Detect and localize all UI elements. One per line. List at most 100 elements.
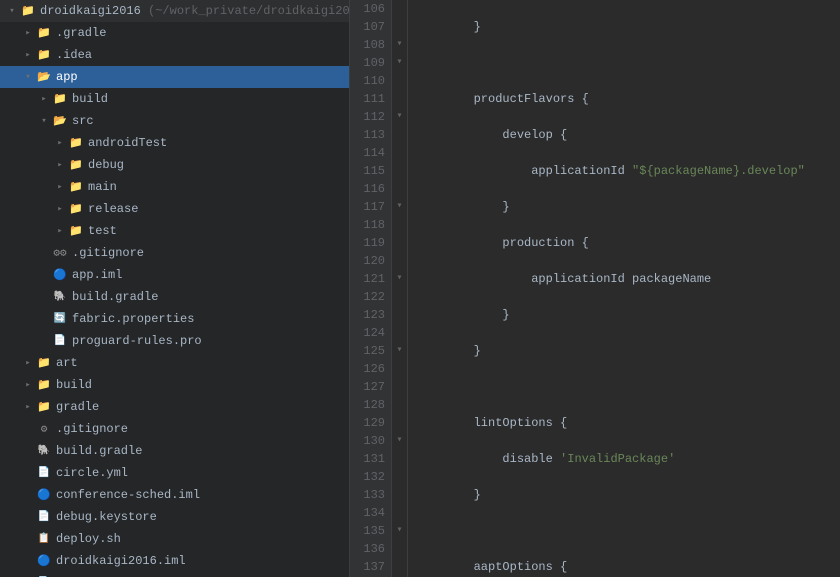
code-line: applicationId "${packageName}.develop" <box>416 162 832 180</box>
droidkaigi-icon: 🔵 <box>36 553 52 569</box>
fabric-icon: 🔄 <box>52 311 68 327</box>
sidebar-item-fabric-properties[interactable]: 🔄 fabric.properties <box>0 308 349 330</box>
code-line: lintOptions { <box>416 414 832 432</box>
sidebar-item-circle-yml[interactable]: 📄 circle.yml <box>0 462 349 484</box>
build-gradle-root-icon: 🐘 <box>36 443 52 459</box>
gradle-arrow <box>20 28 36 38</box>
debug-folder-icon <box>68 157 84 173</box>
line-numbers: 106 107 108 109 110 111 112 113 114 115 … <box>350 0 392 577</box>
main-label: main <box>88 180 117 194</box>
code-line: } <box>416 18 832 36</box>
code-line <box>416 522 832 540</box>
gradle-label: .gradle <box>56 26 106 40</box>
idea-folder-icon <box>36 47 52 63</box>
sidebar-item-gradle-root[interactable]: gradle <box>0 396 349 418</box>
gitignore-root-icon: ⚙ <box>36 421 52 437</box>
app-label: app <box>56 70 78 84</box>
src-arrow <box>36 116 52 126</box>
debug-keystore-icon <box>36 509 52 525</box>
art-arrow <box>20 358 36 368</box>
sidebar-item-build-app[interactable]: build <box>0 88 349 110</box>
build-app-arrow <box>36 94 52 104</box>
debug-keystore-label: debug.keystore <box>56 510 157 524</box>
sidebar-item-droidkaigi-iml[interactable]: 🔵 droidkaigi2016.iml <box>0 550 349 572</box>
build-app-label: build <box>72 92 108 106</box>
code-line <box>416 378 832 396</box>
conference-label: conference-sched.iml <box>56 488 200 502</box>
test-label: test <box>88 224 117 238</box>
gradle-folder-icon <box>36 25 52 41</box>
build-gradle-app-icon: 🐘 <box>52 289 68 305</box>
sidebar-item-app[interactable]: app <box>0 66 349 88</box>
sidebar-item-conference-iml[interactable]: 🔵 conference-sched.iml <box>0 484 349 506</box>
sidebar-item-app-iml[interactable]: 🔵 app.iml <box>0 264 349 286</box>
sidebar-item-test[interactable]: test <box>0 220 349 242</box>
sidebar-item-release[interactable]: release <box>0 198 349 220</box>
build-gradle-root-label: build.gradle <box>56 444 142 458</box>
fold-gutter: ▾ ▾ ▾ ▾ ▾ ▾ ▾ ▾ <box>392 0 408 577</box>
code-line: disable 'InvalidPackage' <box>416 450 832 468</box>
test-arrow <box>52 226 68 236</box>
sidebar-item-gitignore-app[interactable]: ⚙ .gitignore <box>0 242 349 264</box>
androidtest-arrow <box>52 138 68 148</box>
androidtest-label: androidTest <box>88 136 167 150</box>
sidebar-item-deploy-sh[interactable]: deploy.sh <box>0 528 349 550</box>
sidebar-item-build-gradle-root[interactable]: 🐘 build.gradle <box>0 440 349 462</box>
app-folder-icon <box>36 69 52 85</box>
code-line: production { <box>416 234 832 252</box>
app-iml-icon: 🔵 <box>52 267 68 283</box>
code-line: } <box>416 306 832 324</box>
fabric-label: fabric.properties <box>72 312 194 326</box>
build-root-arrow <box>20 380 36 390</box>
build-root-label: build <box>56 378 92 392</box>
debug-arrow <box>52 160 68 170</box>
code-area[interactable]: 106 107 108 109 110 111 112 113 114 115 … <box>350 0 840 577</box>
src-folder-icon <box>52 113 68 129</box>
sidebar-item-androidtest[interactable]: androidTest <box>0 132 349 154</box>
sidebar-item-gradle[interactable]: .gradle <box>0 22 349 44</box>
proguard-label: proguard-rules.pro <box>72 334 202 348</box>
root-label: droidkaigi2016 (~/work_private/droidkaig… <box>40 4 350 18</box>
conference-icon: 🔵 <box>36 487 52 503</box>
tree-root[interactable]: 📁 droidkaigi2016 (~/work_private/droidka… <box>0 0 349 22</box>
release-folder-icon <box>68 201 84 217</box>
code-line: aaptOptions { <box>416 558 832 576</box>
sidebar-item-build-root[interactable]: build <box>0 374 349 396</box>
sidebar-item-proguard[interactable]: proguard-rules.pro <box>0 330 349 352</box>
gitignore-root-label: .gitignore <box>56 422 128 436</box>
sidebar-item-src[interactable]: src <box>0 110 349 132</box>
root-arrow <box>4 6 20 16</box>
src-label: src <box>72 114 94 128</box>
code-line: applicationId packageName <box>416 270 832 288</box>
root-folder-icon: 📁 <box>20 3 36 19</box>
build-app-folder-icon <box>52 91 68 107</box>
main-arrow <box>52 182 68 192</box>
sidebar-item-idea[interactable]: .idea <box>0 44 349 66</box>
code-editor: 106 107 108 109 110 111 112 113 114 115 … <box>350 0 840 577</box>
idea-label: .idea <box>56 48 92 62</box>
sidebar-item-main[interactable]: main <box>0 176 349 198</box>
sidebar-item-art[interactable]: art <box>0 352 349 374</box>
sidebar-item-debug[interactable]: debug <box>0 154 349 176</box>
sidebar-item-gradle-properties[interactable]: gradle.properties <box>0 572 349 577</box>
app-arrow <box>20 72 36 82</box>
app-iml-label: app.iml <box>72 268 122 282</box>
test-folder-icon <box>68 223 84 239</box>
code-line <box>416 54 832 72</box>
debug-label: debug <box>88 158 124 172</box>
sidebar-item-debug-keystore[interactable]: debug.keystore <box>0 506 349 528</box>
main-folder-icon <box>68 179 84 195</box>
gradle-root-arrow <box>20 402 36 412</box>
circle-label: circle.yml <box>56 466 128 480</box>
release-arrow <box>52 204 68 214</box>
code-line: } <box>416 198 832 216</box>
gradle-root-label: gradle <box>56 400 99 414</box>
deploy-icon <box>36 531 52 547</box>
code-line: } <box>416 486 832 504</box>
code-line: develop { <box>416 126 832 144</box>
sidebar-item-gitignore-root[interactable]: ⚙ .gitignore <box>0 418 349 440</box>
build-root-folder-icon <box>36 377 52 393</box>
sidebar-item-build-gradle-app[interactable]: 🐘 build.gradle <box>0 286 349 308</box>
code-content[interactable]: } productFlavors { develop { application… <box>408 0 840 577</box>
code-line: productFlavors { <box>416 90 832 108</box>
